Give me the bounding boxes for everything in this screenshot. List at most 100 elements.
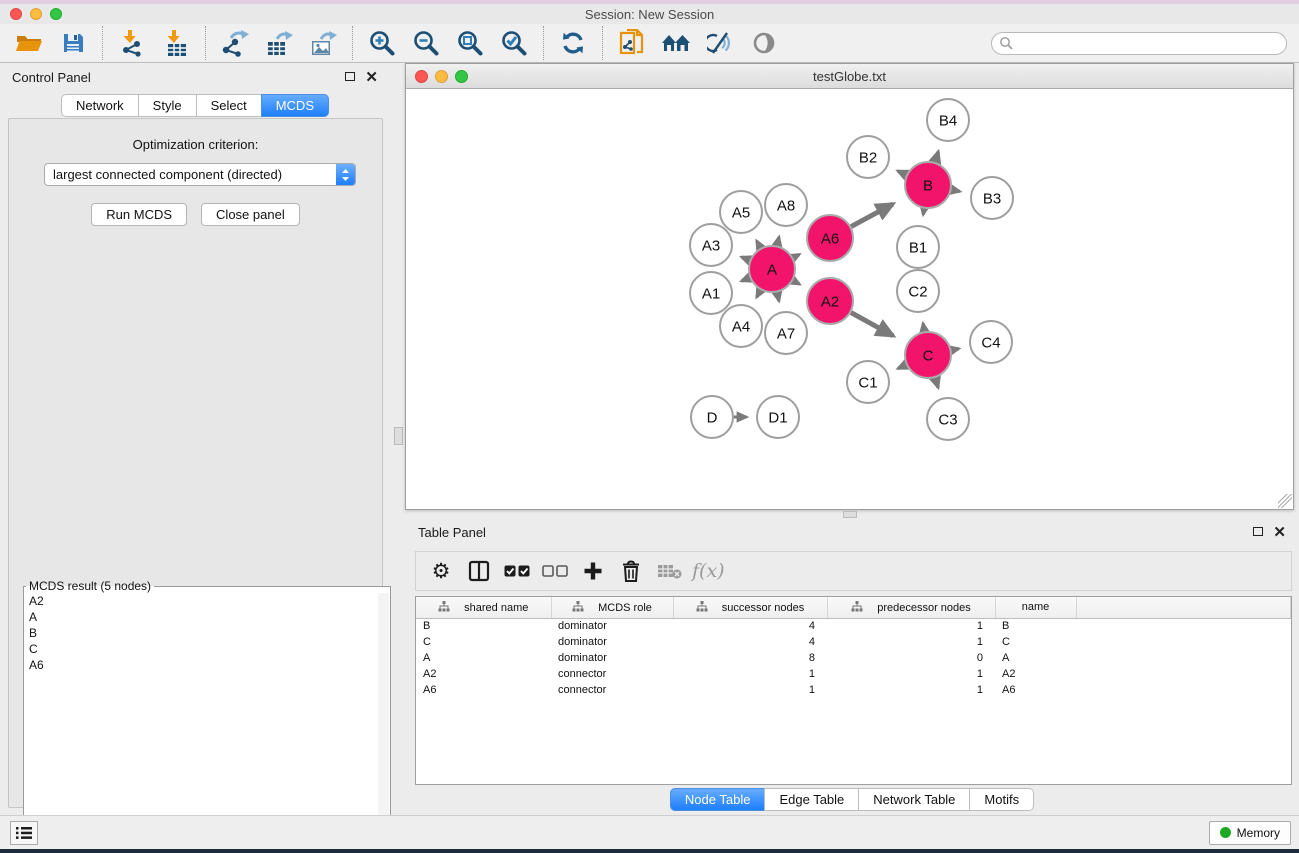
graph-node-D1[interactable]: D1 [757, 396, 799, 438]
graph-edge-C-C2[interactable] [923, 324, 924, 332]
graph-edge-A-A1[interactable] [742, 278, 750, 281]
cell[interactable]: A2 [995, 666, 1076, 682]
show-columns-button[interactable] [464, 556, 494, 586]
cell[interactable]: 8 [673, 650, 827, 666]
cell[interactable]: A [416, 650, 551, 666]
home-button[interactable] [659, 27, 693, 59]
vertical-divider-grip[interactable] [394, 427, 403, 445]
graph-edge-A2-C[interactable] [851, 313, 893, 336]
column-header-successor-nodes[interactable]: successor nodes [673, 597, 827, 618]
cell[interactable]: 0 [827, 650, 995, 666]
cell[interactable]: 1 [673, 682, 827, 698]
graph-node-B2[interactable]: B2 [847, 136, 889, 178]
clone-network-button[interactable] [615, 27, 649, 59]
table-row-C[interactable]: Cdominator41C [416, 634, 1291, 650]
result-item-B[interactable]: B [24, 625, 390, 641]
graph-edge-A-A4[interactable] [757, 290, 761, 297]
tab-style[interactable]: Style [138, 94, 197, 117]
open-session-button[interactable] [12, 27, 46, 59]
cell[interactable]: dominator [551, 618, 673, 634]
import-table-button[interactable] [159, 27, 193, 59]
cell[interactable]: C [995, 634, 1076, 650]
graph-node-A[interactable]: A [749, 246, 795, 292]
delete-column-button[interactable] [616, 556, 646, 586]
import-network-button[interactable] [115, 27, 149, 59]
result-item-A2[interactable]: A2 [24, 593, 390, 609]
cell[interactable]: dominator [551, 650, 673, 666]
table-settings-button[interactable]: ⚙ [426, 556, 456, 586]
graph-edge-C-C4[interactable] [952, 349, 959, 351]
zoom-fit-button[interactable] [453, 27, 487, 59]
criterion-select[interactable]: largest connected component (directed) [44, 163, 356, 186]
graph-node-C[interactable]: C [905, 332, 951, 378]
horizontal-divider-grip[interactable] [843, 511, 857, 518]
mcds-result-list[interactable]: A2ABCA6 [24, 593, 390, 853]
birds-eye-view-button[interactable] [747, 27, 781, 59]
tab-node-table[interactable]: Node Table [670, 788, 766, 811]
graph-node-C4[interactable]: C4 [970, 321, 1012, 363]
graph-edge-A-A6[interactable] [793, 254, 799, 257]
cell[interactable]: 1 [827, 634, 995, 650]
table-row-A[interactable]: Adominator80A [416, 650, 1291, 666]
graph-node-C1[interactable]: C1 [847, 361, 889, 403]
tab-network-table[interactable]: Network Table [858, 788, 970, 811]
zoom-out-button[interactable] [409, 27, 443, 59]
export-network-button[interactable] [218, 27, 252, 59]
float-panel-button[interactable] [345, 71, 355, 83]
tab-mcds[interactable]: MCDS [261, 94, 329, 117]
graph-node-C3[interactable]: C3 [927, 398, 969, 440]
close-panel-button[interactable]: ✕ [365, 70, 378, 85]
graph-edge-A-A8[interactable] [777, 237, 779, 245]
network-window-titlebar[interactable]: testGlobe.txt [406, 64, 1293, 89]
graph-node-A3[interactable]: A3 [690, 224, 732, 266]
graph-node-A5[interactable]: A5 [720, 191, 762, 233]
graph-node-B[interactable]: B [905, 162, 951, 208]
graph-node-A7[interactable]: A7 [765, 312, 807, 354]
graph-node-C2[interactable]: C2 [897, 270, 939, 312]
graph-node-A4[interactable]: A4 [720, 305, 762, 347]
refresh-network-button[interactable] [556, 27, 590, 59]
tab-select[interactable]: Select [196, 94, 262, 117]
graph-edge-A-A2[interactable] [793, 281, 799, 285]
cell[interactable]: A [995, 650, 1076, 666]
export-table-button[interactable] [262, 27, 296, 59]
task-history-button[interactable] [10, 821, 38, 845]
cell[interactable]: B [995, 618, 1076, 634]
close-table-panel-button[interactable]: ✕ [1273, 525, 1286, 540]
add-column-button[interactable] [578, 556, 608, 586]
graph-edge-B-B2[interactable] [898, 171, 906, 175]
cell[interactable]: A2 [416, 666, 551, 682]
graph-node-A2[interactable]: A2 [807, 278, 853, 324]
run-mcds-button[interactable]: Run MCDS [91, 203, 187, 226]
tab-network[interactable]: Network [61, 94, 139, 117]
graph-node-B1[interactable]: B1 [897, 226, 939, 268]
result-item-C[interactable]: C [24, 641, 390, 657]
result-item-A6[interactable]: A6 [24, 657, 390, 673]
window-resize-grip[interactable] [1278, 494, 1292, 508]
cell[interactable]: 4 [673, 618, 827, 634]
close-panel-button-mcds[interactable]: Close panel [201, 203, 300, 226]
column-header-shared-name[interactable]: shared name [416, 597, 551, 618]
function-builder-button[interactable]: f(x) [692, 556, 725, 586]
graph-node-A6[interactable]: A6 [807, 215, 853, 261]
table-row-A2[interactable]: A2connector11A2 [416, 666, 1291, 682]
zoom-in-button[interactable] [365, 27, 399, 59]
hide-graphics-details-button[interactable] [703, 27, 737, 59]
memory-button[interactable]: Memory [1209, 821, 1291, 845]
table-row-B[interactable]: Bdominator41B [416, 618, 1291, 634]
graph-edge-B-B1[interactable] [923, 209, 924, 215]
select-all-button[interactable] [502, 556, 532, 586]
cell[interactable]: A6 [416, 682, 551, 698]
delete-table-button[interactable] [654, 556, 684, 586]
graph-node-D[interactable]: D [691, 396, 733, 438]
network-canvas[interactable]: B4B2BB3A5A8A6B1A3AC2A1A2A4A7C4CC1C3DD1 [406, 89, 1293, 509]
graph-node-B4[interactable]: B4 [927, 99, 969, 141]
cell[interactable]: 1 [827, 666, 995, 682]
export-image-button[interactable] [306, 27, 340, 59]
column-header-predecessor-nodes[interactable]: predecessor nodes [827, 597, 995, 618]
result-scrollbar[interactable] [378, 593, 389, 853]
column-header-MCDS-role[interactable]: MCDS role [551, 597, 673, 618]
search-input[interactable] [1014, 34, 1286, 52]
graph-edge-C-C3[interactable] [935, 378, 938, 388]
graph-edge-A-A5[interactable] [757, 241, 761, 248]
